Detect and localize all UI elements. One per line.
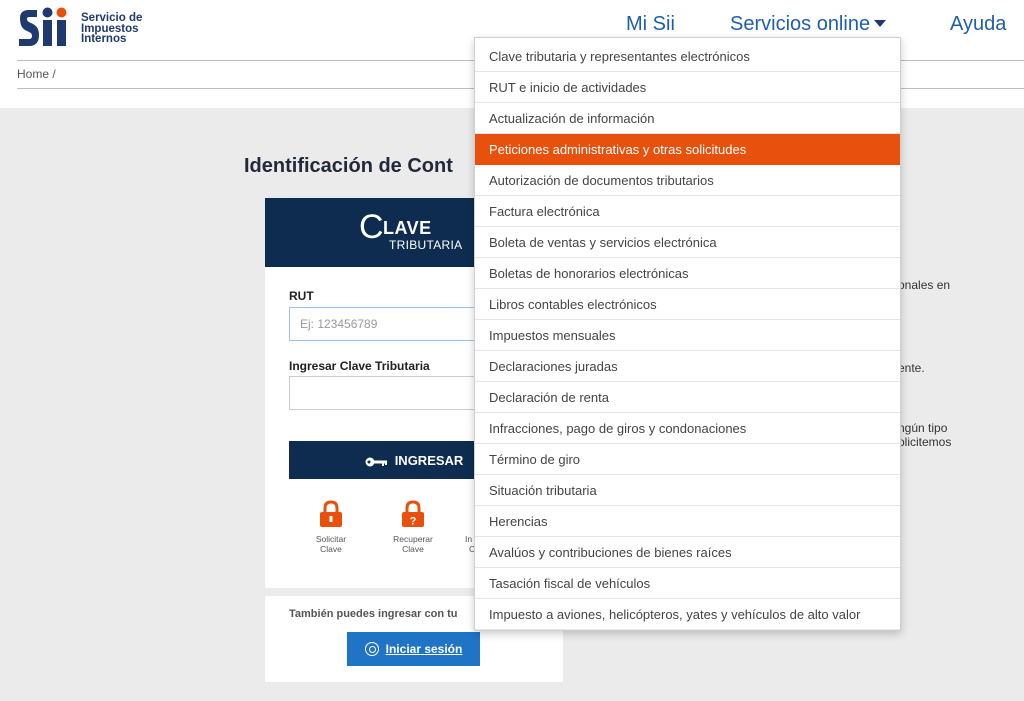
solicitar-line-2: Clave: [320, 544, 342, 554]
dropdown-menu-item[interactable]: Infracciones, pago de giros y condonacio…: [475, 413, 900, 444]
dropdown-menu-item[interactable]: Peticiones administrativas y otras solic…: [475, 134, 900, 165]
dropdown-menu-item[interactable]: Tasación fiscal de vehículos: [475, 568, 900, 599]
clave-unica-icon: [364, 642, 379, 656]
also-login-text: También puedes ingresar con tu: [289, 608, 458, 620]
logo-line-3: Internos: [81, 33, 127, 45]
dropdown-menu-item[interactable]: Clave tributaria y representantes electr…: [475, 41, 900, 72]
third-line-2: C: [469, 544, 476, 554]
ingresar-label: INGRESAR: [394, 452, 464, 468]
dropdown-menu-item[interactable]: Situación tributaria: [475, 475, 900, 506]
caret-down-icon: [874, 19, 887, 27]
clave-label: Ingresar Clave Tributaria: [289, 359, 430, 373]
dropdown-menu-item[interactable]: Herencias: [475, 506, 900, 537]
third-line-1: In: [465, 534, 473, 544]
sii-logo-mark-icon: [17, 4, 75, 50]
servicios-online-dropdown: Clave tributaria y representantes electr…: [474, 37, 901, 631]
dropdown-menu-item[interactable]: Autorización de documentos tributarios: [475, 165, 900, 196]
dropdown-menu-item[interactable]: Actualización de información: [475, 103, 900, 134]
side-text-1: onales en: [898, 278, 951, 292]
nav-servicios-online[interactable]: Servicios online: [730, 13, 887, 36]
third-option[interactable]: In C: [443, 500, 476, 554]
solicitar-line-1: Solicitar: [315, 534, 347, 544]
solicitar-clave-option[interactable]: Solicitar Clave: [301, 500, 361, 554]
recuperar-clave-option[interactable]: ? Recuperar Clave: [383, 500, 443, 554]
dropdown-menu-item[interactable]: Término de giro: [475, 444, 900, 475]
nav-servicios-online-label: Servicios online: [730, 13, 871, 35]
rut-label: RUT: [289, 289, 314, 303]
dropdown-menu-item[interactable]: Boletas de honorarios electrónicas: [475, 258, 900, 289]
logo-line-1: Servicio de: [81, 12, 143, 24]
page-title: Identificación de Cont: [244, 155, 453, 177]
breadcrumb[interactable]: Home /: [17, 67, 56, 81]
iniciar-sesion-button[interactable]: Iniciar sesión: [347, 632, 480, 666]
dropdown-menu-item[interactable]: Boleta de ventas y servicios electrónica: [475, 227, 900, 258]
clave-logo-tributaria: TRIBUTARIA: [389, 238, 463, 252]
side-text-3: ngún tipo: [898, 421, 948, 435]
side-text-2: ente.: [898, 361, 925, 375]
lock-question-icon: ?: [401, 500, 425, 528]
side-text-4: olicitemos: [898, 435, 952, 449]
dropdown-menu-item[interactable]: Avalúos y contribuciones de bienes raíce…: [475, 537, 900, 568]
clave-logo-c: C: [359, 208, 384, 246]
recuperar-line-1: Recuperar: [393, 534, 433, 544]
dropdown-menu-item[interactable]: Declaración de renta: [475, 382, 900, 413]
third-option-spacer: [465, 500, 473, 534]
sii-logo-text: Servicio de Impuestos Internos: [81, 13, 142, 45]
sii-logo[interactable]: Servicio de Impuestos Internos: [17, 4, 142, 50]
clave-logo-lave: LAVE: [383, 218, 432, 238]
dropdown-menu-item[interactable]: Impuestos mensuales: [475, 320, 900, 351]
rut-placeholder: Ej: 123456789: [300, 317, 378, 331]
dropdown-menu-item[interactable]: Libros contables electrónicos: [475, 289, 900, 320]
lock-icon: [319, 500, 343, 528]
iniciar-sesion-label: Iniciar sesión: [385, 642, 463, 656]
svg-text:?: ?: [410, 516, 417, 528]
dropdown-menu-item[interactable]: RUT e inicio de actividades: [475, 72, 900, 103]
dropdown-menu-item[interactable]: Impuesto a aviones, helicópteros, yates …: [475, 599, 900, 630]
nav-ayuda[interactable]: Ayuda: [950, 13, 1006, 36]
dropdown-menu-item[interactable]: Factura electrónica: [475, 196, 900, 227]
nav-mi-sii[interactable]: Mi Sii: [626, 13, 675, 36]
key-icon: [365, 455, 387, 467]
recuperar-line-2: Clave: [402, 544, 424, 554]
dropdown-menu-item[interactable]: Declaraciones juradas: [475, 351, 900, 382]
